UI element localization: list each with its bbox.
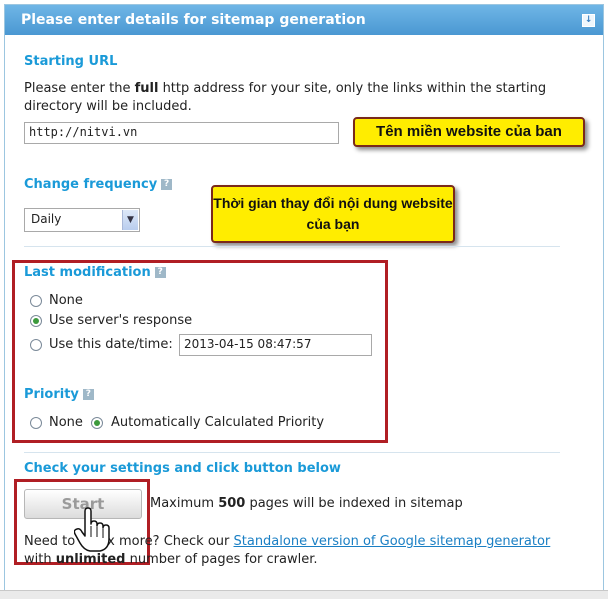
last-mod-server-radio[interactable] — [30, 315, 42, 327]
priority-label: Priority — [24, 387, 79, 402]
last-mod-none-radio[interactable] — [30, 295, 42, 307]
panel-header: Please enter details for sitemap generat… — [5, 5, 603, 35]
domain-callout: Tên miền website của ban — [353, 117, 585, 147]
last-mod-date-radio[interactable] — [30, 339, 42, 351]
date-time-input[interactable]: 2013-04-15 08:47:57 — [179, 334, 372, 356]
last-modification-label: Last modification — [24, 265, 151, 280]
change-frequency-title: Change frequency? — [24, 177, 173, 192]
hand-cursor-icon — [74, 507, 110, 552]
change-frequency-value: Daily — [31, 212, 62, 226]
priority-none-label: None — [49, 415, 83, 430]
panel-title: Please enter details for sitemap generat… — [21, 12, 366, 28]
description-bold: full — [134, 81, 159, 96]
window-bottom-bar — [0, 590, 608, 599]
starting-url-title: Starting URL — [24, 54, 118, 69]
max-pages-suffix: pages will be indexed in sitemap — [245, 496, 463, 511]
last-mod-none-label: None — [49, 293, 83, 308]
priority-title: Priority? — [24, 387, 94, 402]
unlimited-suffix: number of pages for crawler. — [125, 552, 318, 567]
priority-none-radio[interactable] — [30, 417, 42, 429]
check-settings-title: Check your settings and click button bel… — [24, 461, 341, 476]
divider — [24, 452, 560, 453]
last-mod-date-label: Use this date/time: — [49, 337, 173, 352]
standalone-generator-link[interactable]: Standalone version of Google sitemap gen… — [234, 534, 551, 549]
help-icon[interactable]: ? — [82, 389, 94, 400]
collapse-icon[interactable]: ↓ — [582, 14, 595, 27]
priority-auto-radio[interactable] — [91, 417, 103, 429]
starting-url-input[interactable]: http://nitvi.vn — [24, 122, 339, 144]
max-pages-prefix: Maximum — [150, 496, 219, 511]
change-frequency-select[interactable]: Daily ▼ — [24, 208, 140, 232]
help-icon[interactable]: ? — [154, 267, 166, 278]
frequency-callout: Thời gian thay đổi nội dung website của … — [211, 185, 455, 243]
need-more-prefix: Need to index more? Check our — [24, 534, 234, 549]
starting-url-description: Please enter the full http address for y… — [24, 80, 564, 116]
unlimited-text: with unlimited number of pages for crawl… — [24, 551, 318, 569]
change-frequency-label: Change frequency — [24, 177, 158, 192]
description-text: Please enter the — [24, 81, 135, 96]
max-pages-text: Maximum 500 pages will be indexed in sit… — [150, 495, 463, 513]
max-pages-count: 500 — [218, 496, 246, 511]
priority-auto-label: Automatically Calculated Priority — [111, 415, 325, 430]
divider — [24, 246, 560, 247]
help-icon[interactable]: ? — [161, 179, 173, 190]
chevron-down-icon: ▼ — [122, 210, 138, 230]
last-mod-server-label: Use server's response — [49, 313, 193, 328]
unlimited-prefix: with — [24, 552, 56, 567]
unlimited-bold: unlimited — [55, 552, 126, 567]
last-modification-title: Last modification? — [24, 265, 166, 280]
